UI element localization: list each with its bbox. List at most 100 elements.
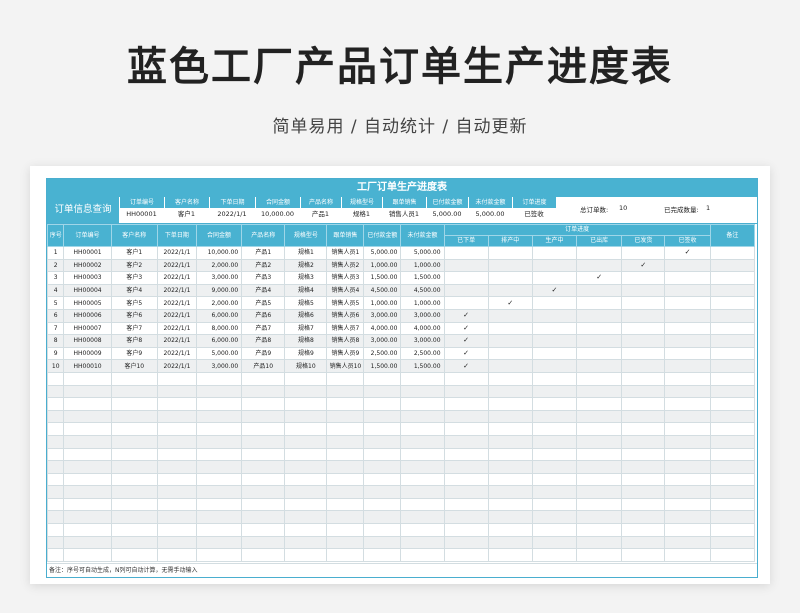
- table-cell[interactable]: [326, 371, 365, 386]
- table-cell[interactable]: 5,000.00: [363, 246, 402, 260]
- table-cell[interactable]: [63, 409, 112, 424]
- table-cell[interactable]: [156, 510, 197, 525]
- progress-cell[interactable]: ✓: [531, 283, 578, 298]
- table-cell[interactable]: 2022/1/1: [156, 308, 197, 323]
- table-cell[interactable]: [241, 422, 286, 436]
- progress-cell[interactable]: [531, 460, 578, 474]
- progress-cell[interactable]: [621, 397, 666, 411]
- progress-cell[interactable]: [664, 510, 711, 525]
- table-cell[interactable]: [326, 434, 365, 449]
- table-cell[interactable]: 1,000.00: [400, 258, 445, 273]
- table-cell[interactable]: 客户9: [110, 346, 158, 361]
- progress-cell[interactable]: [664, 548, 711, 562]
- table-cell[interactable]: [400, 497, 445, 512]
- progress-cell[interactable]: [443, 271, 489, 285]
- table-cell[interactable]: [241, 384, 286, 399]
- query-field[interactable]: 订单进度 已签收: [512, 197, 556, 221]
- table-cell[interactable]: 10,000.00: [195, 246, 243, 260]
- table-cell[interactable]: 销售人员6: [326, 308, 365, 323]
- progress-cell[interactable]: [487, 334, 533, 348]
- table-cell[interactable]: 产品6: [241, 308, 286, 323]
- remark-cell[interactable]: [709, 472, 756, 487]
- progress-cell[interactable]: ✓: [664, 246, 711, 260]
- table-cell[interactable]: [326, 472, 365, 487]
- progress-cell[interactable]: ✓: [443, 334, 489, 348]
- table-cell[interactable]: HH00010: [63, 359, 112, 373]
- progress-cell[interactable]: [443, 472, 489, 487]
- table-cell[interactable]: 5: [47, 296, 65, 310]
- table-cell[interactable]: [110, 409, 158, 424]
- table-cell[interactable]: [241, 460, 286, 474]
- progress-cell[interactable]: [443, 523, 489, 537]
- table-cell[interactable]: [400, 485, 445, 499]
- progress-cell[interactable]: [621, 485, 666, 499]
- progress-cell[interactable]: [664, 447, 711, 462]
- total-orders-value[interactable]: 10: [619, 204, 627, 212]
- table-cell[interactable]: [326, 447, 365, 462]
- table-cell[interactable]: [47, 523, 65, 537]
- table-cell[interactable]: 客户7: [110, 321, 158, 336]
- table-cell[interactable]: 销售人员3: [326, 271, 365, 285]
- progress-cell[interactable]: [576, 472, 623, 487]
- table-cell[interactable]: [241, 497, 286, 512]
- progress-cell[interactable]: [487, 447, 533, 462]
- table-cell[interactable]: [110, 510, 158, 525]
- table-cell[interactable]: [284, 409, 328, 424]
- table-cell[interactable]: [400, 447, 445, 462]
- table-cell[interactable]: HH00007: [63, 321, 112, 336]
- progress-cell[interactable]: [664, 359, 711, 373]
- table-cell[interactable]: 销售人员2: [326, 258, 365, 273]
- table-cell[interactable]: [241, 434, 286, 449]
- table-cell[interactable]: [156, 397, 197, 411]
- query-field[interactable]: 未付款金额 5,000.00: [468, 197, 512, 221]
- progress-cell[interactable]: [576, 308, 623, 323]
- progress-cell[interactable]: [487, 548, 533, 562]
- progress-cell[interactable]: [487, 258, 533, 273]
- table-cell[interactable]: [156, 460, 197, 474]
- table-cell[interactable]: 4,000.00: [363, 321, 402, 336]
- table-cell[interactable]: 销售人员5: [326, 296, 365, 310]
- progress-cell[interactable]: [443, 258, 489, 273]
- progress-cell[interactable]: [443, 485, 489, 499]
- table-cell[interactable]: 1,500.00: [400, 359, 445, 373]
- table-cell[interactable]: [400, 535, 445, 550]
- progress-cell[interactable]: [664, 346, 711, 361]
- remark-cell[interactable]: [709, 334, 756, 348]
- progress-cell[interactable]: [443, 397, 489, 411]
- table-cell[interactable]: [47, 510, 65, 525]
- table-cell[interactable]: 4: [47, 283, 65, 298]
- table-cell[interactable]: [326, 422, 365, 436]
- progress-cell[interactable]: [487, 384, 533, 399]
- remark-cell[interactable]: [709, 371, 756, 386]
- table-cell[interactable]: [363, 409, 402, 424]
- table-cell[interactable]: [284, 523, 328, 537]
- progress-cell[interactable]: [443, 283, 489, 298]
- table-cell[interactable]: [156, 535, 197, 550]
- progress-cell[interactable]: [576, 371, 623, 386]
- progress-cell[interactable]: [621, 422, 666, 436]
- remark-cell[interactable]: [709, 246, 756, 260]
- progress-cell[interactable]: [664, 296, 711, 310]
- table-cell[interactable]: 1,000.00: [363, 258, 402, 273]
- table-cell[interactable]: 2022/1/1: [156, 246, 197, 260]
- progress-cell[interactable]: [531, 535, 578, 550]
- progress-cell[interactable]: [621, 359, 666, 373]
- progress-cell[interactable]: [531, 334, 578, 348]
- query-field[interactable]: 跟单销售 销售人员1: [382, 197, 426, 221]
- progress-cell[interactable]: [531, 447, 578, 462]
- table-cell[interactable]: 1,000.00: [400, 296, 445, 310]
- table-cell[interactable]: 规格6: [284, 308, 328, 323]
- progress-cell[interactable]: [664, 258, 711, 273]
- query-field[interactable]: 客户名称 客户1: [164, 197, 209, 221]
- progress-cell[interactable]: [443, 409, 489, 424]
- table-cell[interactable]: [156, 485, 197, 499]
- table-cell[interactable]: [195, 523, 243, 537]
- progress-cell[interactable]: [443, 497, 489, 512]
- progress-cell[interactable]: [664, 409, 711, 424]
- table-cell[interactable]: 客户1: [110, 246, 158, 260]
- progress-cell[interactable]: [621, 246, 666, 260]
- table-cell[interactable]: [156, 371, 197, 386]
- progress-cell[interactable]: [576, 523, 623, 537]
- query-field-value[interactable]: HH00001: [119, 208, 164, 221]
- table-cell[interactable]: [110, 397, 158, 411]
